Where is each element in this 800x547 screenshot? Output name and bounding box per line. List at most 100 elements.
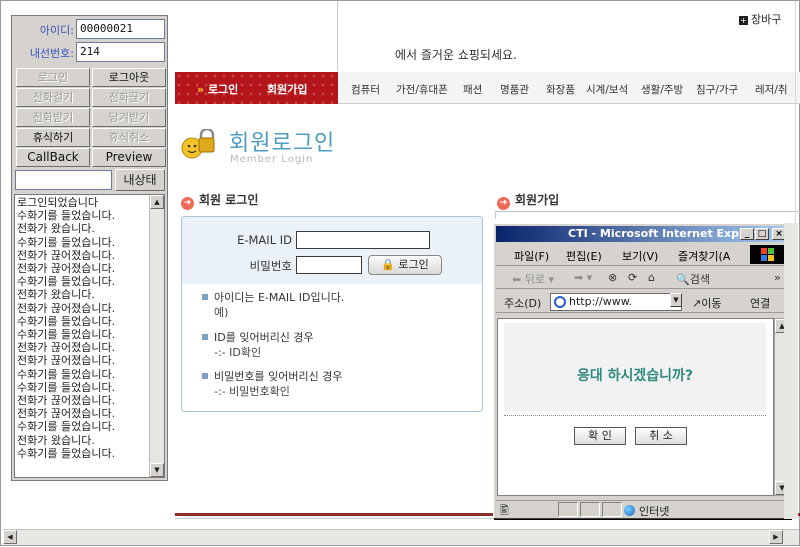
my-status-button[interactable]: 내상태 [115,169,165,191]
go-button-label: 이동 [701,297,722,310]
info-find-password-text: 비밀번호를 잊어버리신 경우 [214,370,343,383]
nav-kitchen[interactable]: 생활/주방 [641,82,683,97]
back-arrow-icon: ⬅ [512,273,522,286]
popup-content: 응대 하시겠습니까? 확 인 취 소 [497,318,774,496]
pickup-button[interactable]: 당겨받기 [92,108,166,127]
browser-frame: 아이디: 00000021 내선번호: 214 로그인 로그아웃 전화걸기 전화… [0,0,800,546]
welcome-text: 에서 즐거운 쇼핑되세요. [395,48,517,62]
login-section-title-text: 회원 로그인 [199,193,259,207]
event-log-lines: 로그인되었습니다 수화기를 들었습니다. 전화가 왔습니다. 수화기를 들었습니다. 전… [17,196,149,460]
horizontal-scrollbar[interactable]: ◀ ▶ [3,529,799,545]
menu-edit[interactable]: 편집(E) [566,248,602,264]
arrow-right-icon: ➜ [497,197,510,210]
page-scrollbar[interactable] [784,223,798,519]
log-line: 전화가 끊어졌습니다. [17,407,116,421]
links-button[interactable]: 연결 [750,295,770,311]
nav-login-label: 로그인 [207,83,239,96]
cart-link[interactable]: + 장바구 [739,11,781,27]
forward-arrow-icon: ➡ [574,271,584,284]
callback-button[interactable]: CallBack [16,148,90,167]
join-panel [495,211,800,219]
status-cell [602,502,622,517]
forward-button[interactable]: ➡ ▾ [574,271,592,284]
preview-button[interactable]: Preview [92,148,166,167]
minimize-icon[interactable]: _ [740,228,754,240]
site-login-button[interactable]: 🔒 로그인 [368,255,442,275]
nav-watch-jewelry[interactable]: 시계/보석 [586,82,628,97]
email-input[interactable] [296,231,430,249]
popup-statusbar: 🖺 인터넷 [496,500,788,518]
nav-computer[interactable]: 컴퓨터 [351,82,380,97]
search-button[interactable]: 🔍검색 [676,271,710,287]
scroll-down-icon[interactable]: ▼ [150,463,164,477]
toolbar-overflow-icon[interactable]: » [774,271,781,284]
menu-view[interactable]: 보기(V) [622,248,658,264]
login-box: E-MAIL ID 비밀번호 🔒 로그인 아이디는 E-MAIL ID입니다. 예… [181,216,483,412]
answer-button[interactable]: 전화받기 [16,108,90,127]
nav-appliance[interactable]: 가전/휴대폰 [396,82,448,97]
address-dropdown-icon[interactable]: ▼ [670,293,682,307]
menu-file[interactable]: 파일(F) [514,248,549,264]
scroll-up-icon[interactable]: ▲ [150,195,164,209]
nav-fashion[interactable]: 패션 [463,82,482,97]
cancel-button[interactable]: 취 소 [635,427,687,445]
status-cell [580,502,600,517]
nav-login[interactable]: » 로그인 [197,81,238,97]
info-find-password: 비밀번호를 잊어버리신 경우 -:- 비밀번호확인 [202,369,342,399]
log-line: 로그인되었습니다 [17,196,98,209]
log-line: 전화가 끊어졌습니다. [17,341,116,355]
address-label: 주소(D) [504,297,542,310]
email-label: E-MAIL ID [237,233,292,247]
address-input[interactable]: http://www. [550,293,682,311]
scroll-right-icon[interactable]: ▶ [769,530,783,544]
nav-arrow-icon: » [197,83,208,96]
go-button[interactable]: ↗이동 [692,295,721,311]
maximize-icon[interactable]: □ [755,228,769,240]
address-value: http://www. [569,295,633,308]
password-input[interactable] [296,256,362,274]
login-button[interactable]: 로그인 [16,68,90,87]
password-label: 비밀번호 [249,259,292,273]
menu-favorites[interactable]: 즐겨찾기(A [678,248,730,264]
nav-cosmetics[interactable]: 화장품 [546,82,575,97]
nav-leisure[interactable]: 레저/취 [755,82,788,97]
log-line: 수화기를 들었습니다. [17,367,116,381]
event-log[interactable]: 로그인되었습니다 수화기를 들었습니다. 전화가 왔습니다. 수화기를 들었습니다. 전… [14,194,165,478]
back-button-label: 뒤로 [524,273,545,286]
back-button[interactable]: ⬅ 뒤로 ▾ [512,271,554,287]
page-title: 회원로그인 [229,131,336,156]
ie-page-icon [554,296,566,308]
find-password-link[interactable]: -:- 비밀번호확인 [202,384,342,399]
status-cell [558,502,578,517]
nav-luxury[interactable]: 명품관 [500,82,529,97]
bullet-icon [202,294,208,300]
extension-input[interactable]: 214 [76,42,165,62]
event-log-scrollbar[interactable]: ▲ ▼ [149,195,164,477]
refresh-icon[interactable]: ⟳ [628,271,637,284]
ie-popup-window: CTI - Microsoft Internet Explorer _ □ × … [493,223,791,519]
dial-button[interactable]: 전화걸기 [16,88,90,107]
extension-row: 내선번호: 214 [14,42,166,63]
agent-id-input[interactable]: 00000021 [76,19,165,39]
home-icon[interactable]: ⌂ [648,271,655,284]
log-line: 수화기를 들었습니다. [17,380,116,394]
popup-toolbar: ⬅ 뒤로 ▾ ➡ ▾ ⊗ ⟳ ⌂ 🔍검색 » [496,267,788,289]
info-find-id-text: ID를 잊어버리신 경우 [214,331,314,344]
stop-icon[interactable]: ⊗ [608,271,617,284]
info-find-id: ID를 잊어버리신 경우 -:- ID확인 [202,330,314,360]
nav-join[interactable]: 회원가입 [267,81,307,97]
break-cancel-button[interactable]: 휴식취소 [92,128,166,147]
scroll-left-icon[interactable]: ◀ [3,530,17,544]
info-email-id-sub: 예) [214,306,229,319]
find-id-link[interactable]: -:- ID확인 [202,345,314,360]
break-button[interactable]: 휴식하기 [16,128,90,147]
answer-question: 응대 하시겠습니까? [576,368,694,384]
status-input[interactable] [15,170,112,190]
nav-furniture[interactable]: 침구/가구 [696,82,738,97]
hangup-button[interactable]: 전화끊기 [92,88,166,107]
confirm-button[interactable]: 확 인 [574,427,626,445]
login-section-title: ➜ 회원 로그인 [181,191,258,210]
header-divider [337,1,338,71]
logout-button[interactable]: 로그아웃 [92,68,166,87]
popup-title: CTI - Microsoft Internet Explorer [568,227,769,240]
